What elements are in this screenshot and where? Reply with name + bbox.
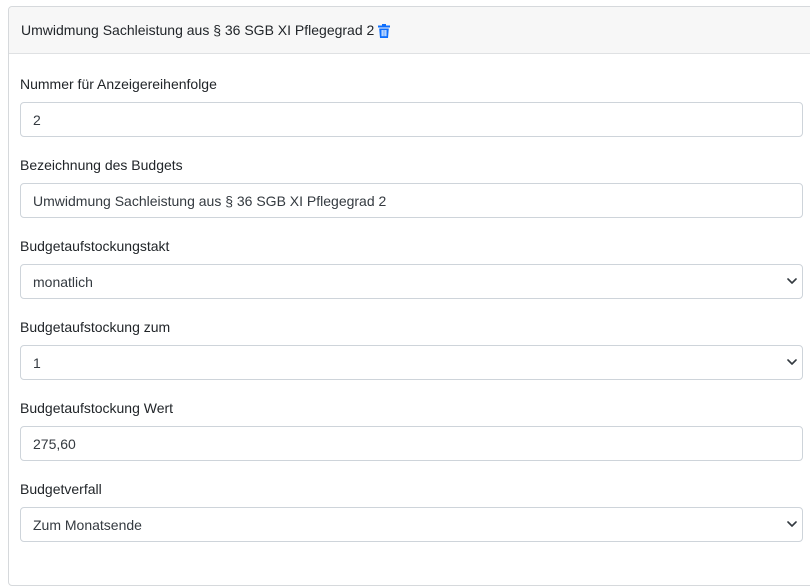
order-number-input[interactable]: 2 — [20, 102, 803, 137]
expiry-select[interactable]: Zum Monatsende — [20, 507, 803, 542]
topup-cycle-select[interactable]: monatlich — [20, 264, 803, 299]
budget-name-group: Bezeichnung des Budgets Umwidmung Sachle… — [20, 155, 804, 218]
topup-on-select[interactable]: 1 — [20, 345, 803, 380]
expiry-group: Budgetverfall Zum Monatsende — [20, 479, 804, 542]
trash-icon[interactable] — [378, 23, 391, 38]
topup-on-group: Budgetaufstockung zum 1 — [20, 317, 804, 380]
topup-on-value: 1 — [33, 354, 41, 371]
chevron-down-icon — [787, 278, 797, 284]
topup-on-label: Budgetaufstockung zum — [20, 319, 171, 335]
order-number-group: Nummer für Anzeigereihenfolge 2 — [20, 74, 804, 137]
topup-cycle-group: Budgetaufstockungstakt monatlich — [20, 236, 804, 299]
topup-value-value: 275,60 — [33, 435, 76, 452]
chevron-down-icon — [787, 359, 797, 365]
budget-name-label: Bezeichnung des Budgets — [20, 157, 183, 173]
topup-cycle-value: monatlich — [33, 273, 93, 290]
order-number-value: 2 — [33, 111, 41, 128]
order-number-label: Nummer für Anzeigereihenfolge — [20, 76, 217, 92]
expiry-label: Budgetverfall — [20, 481, 102, 497]
budget-name-value: Umwidmung Sachleistung aus § 36 SGB XI P… — [33, 192, 387, 209]
topup-cycle-label: Budgetaufstockungstakt — [20, 238, 170, 254]
card-header: Umwidmung Sachleistung aus § 36 SGB XI P… — [9, 7, 810, 54]
topup-value-input[interactable]: 275,60 — [20, 426, 803, 461]
topup-value-group: Budgetaufstockung Wert 275,60 — [20, 398, 804, 461]
chevron-down-icon — [787, 521, 797, 527]
card-title: Umwidmung Sachleistung aus § 36 SGB XI P… — [21, 22, 375, 38]
expiry-value: Zum Monatsende — [33, 516, 142, 533]
budget-name-input[interactable]: Umwidmung Sachleistung aus § 36 SGB XI P… — [20, 183, 803, 218]
topup-value-label: Budgetaufstockung Wert — [20, 400, 174, 416]
